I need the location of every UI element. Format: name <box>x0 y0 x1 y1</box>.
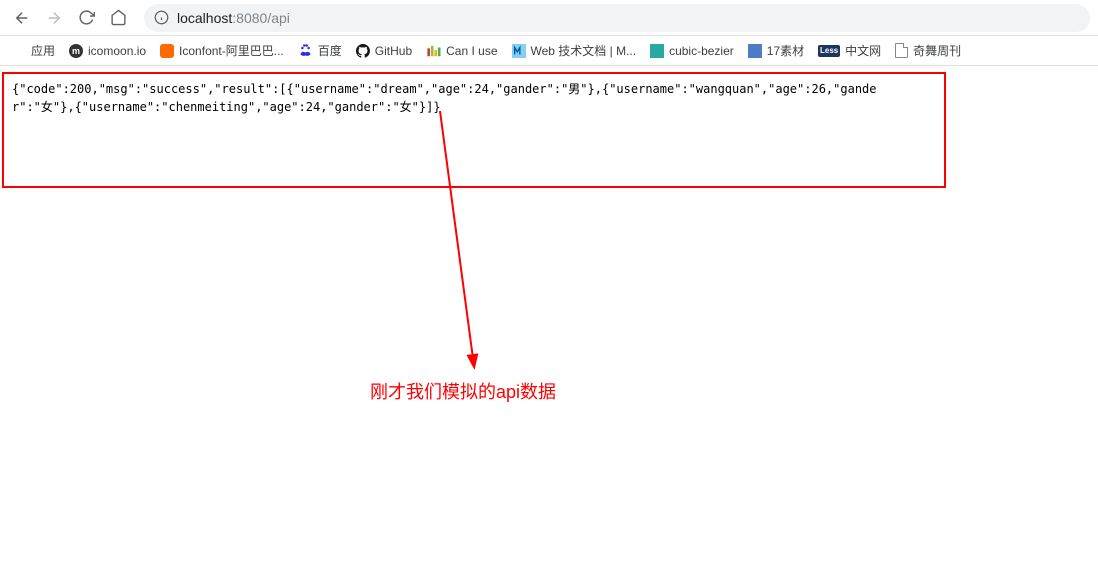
bookmark-iconfont[interactable]: Iconfont-阿里巴巴... <box>160 42 284 59</box>
iconfont-icon <box>160 44 174 58</box>
less-icon: Less <box>818 45 840 57</box>
bookmark-qiwu[interactable]: 奇舞周刊 <box>895 42 961 59</box>
icomoon-icon: m <box>69 44 83 58</box>
annotation-text: 刚才我们模拟的api数据 <box>370 378 556 404</box>
bookmark-17sucai[interactable]: 17素材 <box>748 42 804 59</box>
bookmark-label: 中文网 <box>845 42 881 59</box>
sucai-icon <box>748 44 762 58</box>
apps-icon <box>10 43 26 59</box>
bookmark-icomoon[interactable]: m icomoon.io <box>69 44 146 58</box>
forward-button[interactable] <box>40 4 68 32</box>
bookmark-label: 奇舞周刊 <box>913 42 961 59</box>
url-path: /api <box>267 10 290 26</box>
bookmark-label: cubic-bezier <box>669 44 734 58</box>
bookmark-label: 百度 <box>318 42 342 59</box>
bookmark-baidu[interactable]: 百度 <box>298 42 342 59</box>
document-icon <box>895 43 908 58</box>
bookmark-webdoc[interactable]: Web 技术文档 | M... <box>512 42 637 59</box>
home-button[interactable] <box>104 4 132 32</box>
reload-button[interactable] <box>72 4 100 32</box>
bookmark-label: 17素材 <box>767 42 804 59</box>
bookmark-caniuse[interactable]: Can I use <box>426 44 497 58</box>
site-info-icon[interactable] <box>154 10 169 25</box>
bookmark-github[interactable]: GitHub <box>356 44 412 58</box>
bookmark-less[interactable]: Less 中文网 <box>818 42 881 59</box>
bookmark-label: icomoon.io <box>88 44 146 58</box>
reload-icon <box>78 9 95 26</box>
bookmark-apps[interactable]: 应用 <box>10 42 55 59</box>
address-bar[interactable]: localhost:8080/api <box>144 4 1090 32</box>
url-text: localhost:8080/api <box>177 10 290 26</box>
bookmark-bezier[interactable]: cubic-bezier <box>650 44 734 58</box>
bookmark-label: GitHub <box>375 44 412 58</box>
json-response-box: {"code":200,"msg":"success","result":[{"… <box>2 72 946 188</box>
back-button[interactable] <box>8 4 36 32</box>
home-icon <box>110 9 127 26</box>
bookmark-label: Web 技术文档 | M... <box>531 42 637 59</box>
browser-toolbar: localhost:8080/api <box>0 0 1098 36</box>
page-content: {"code":200,"msg":"success","result":[{"… <box>0 66 1098 572</box>
github-icon <box>356 44 370 58</box>
bookmark-label: Can I use <box>446 44 497 58</box>
bookmark-label: Iconfont-阿里巴巴... <box>179 42 284 59</box>
arrow-left-icon <box>13 9 31 27</box>
url-port: :8080 <box>232 10 267 26</box>
bezier-icon <box>650 44 664 58</box>
bookmark-label: 应用 <box>31 42 55 59</box>
caniuse-icon <box>426 44 441 58</box>
url-host: localhost <box>177 10 232 26</box>
mdn-icon <box>512 44 526 58</box>
baidu-icon <box>298 43 313 58</box>
bookmarks-bar: 应用 m icomoon.io Iconfont-阿里巴巴... 百度 GitH… <box>0 36 1098 66</box>
arrow-right-icon <box>45 9 63 27</box>
